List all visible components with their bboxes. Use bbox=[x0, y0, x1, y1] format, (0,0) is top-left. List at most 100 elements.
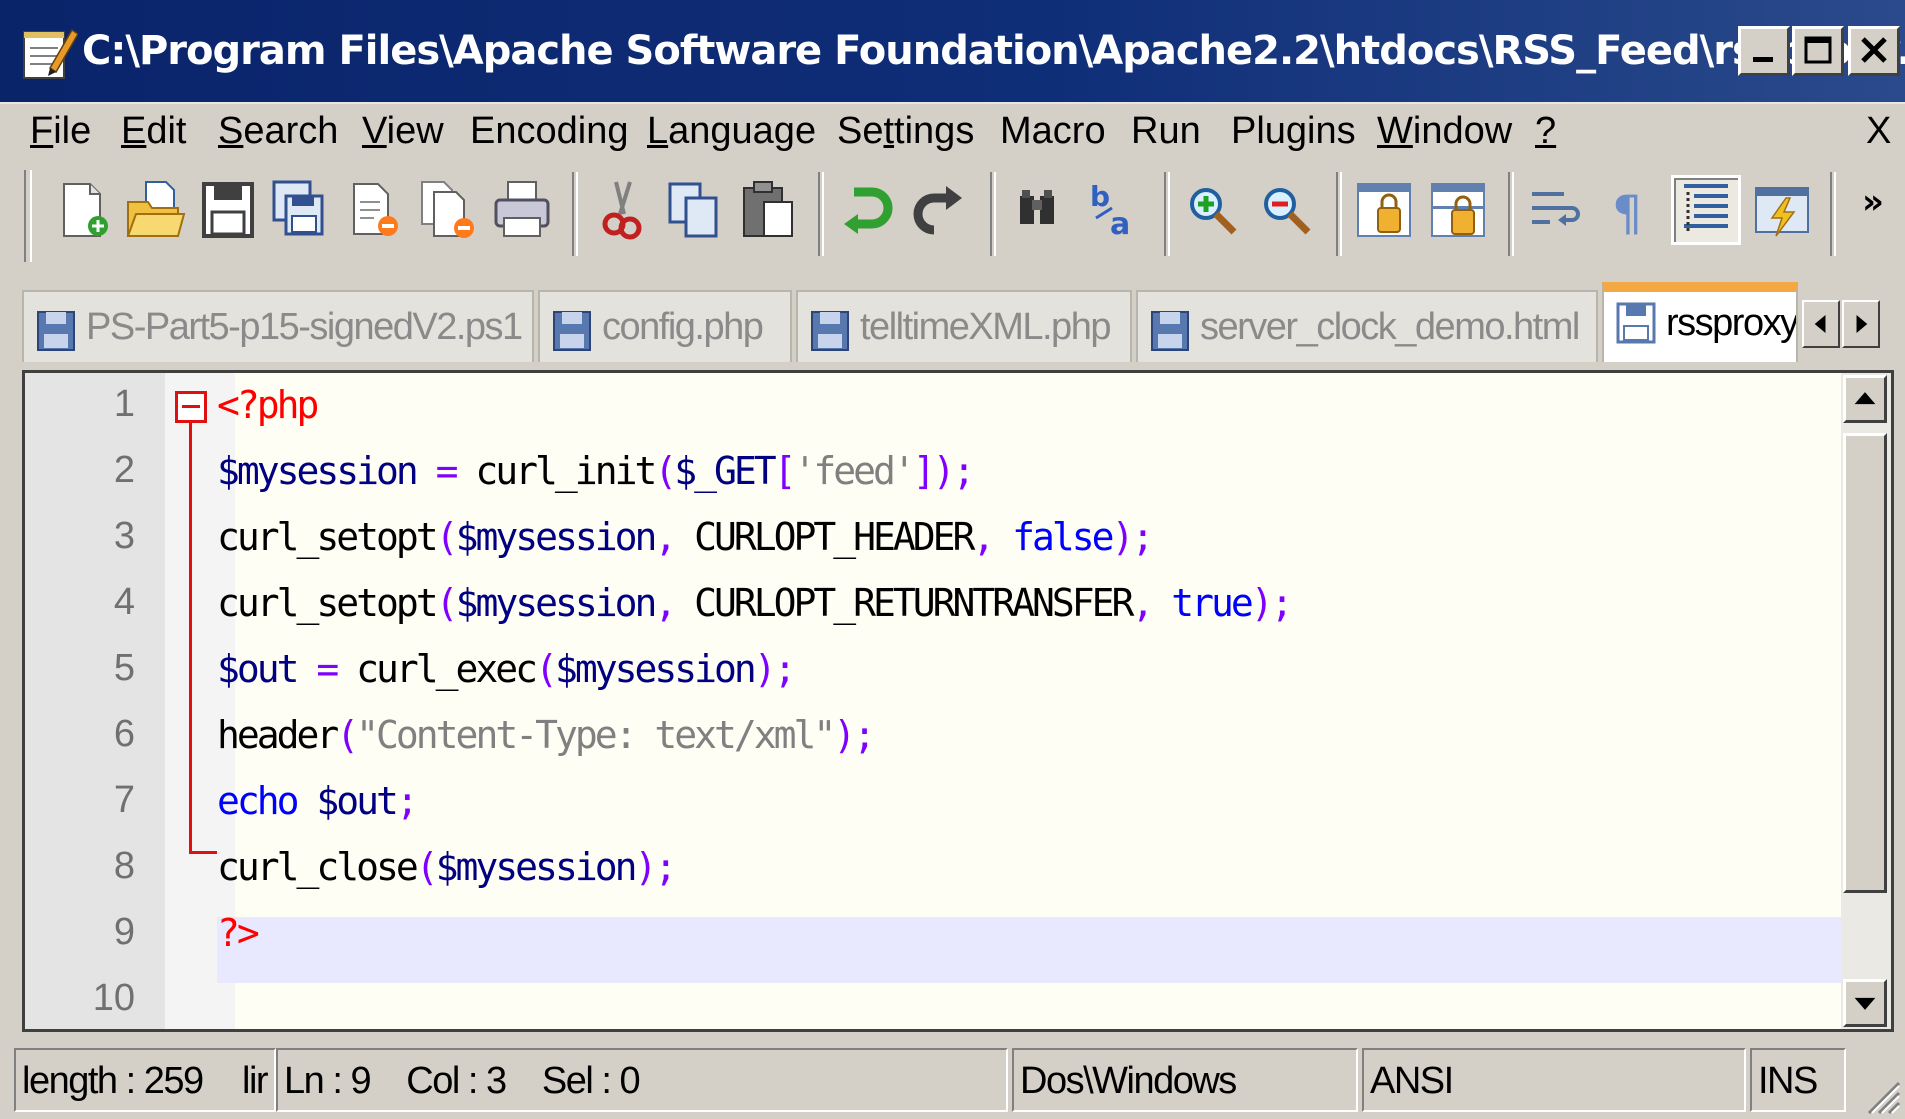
code-token: header bbox=[217, 713, 339, 757]
copy-icon[interactable] bbox=[662, 178, 726, 242]
tab-scroll-left-button[interactable] bbox=[1802, 300, 1840, 348]
paste-icon[interactable] bbox=[736, 178, 800, 242]
code-token: curl_init bbox=[475, 449, 657, 493]
toolbar-separator bbox=[818, 172, 824, 256]
tab-scroll-right-button[interactable] bbox=[1842, 300, 1880, 348]
menu-encoding[interactable]: Encoding bbox=[470, 102, 628, 160]
code-token: ); bbox=[833, 713, 876, 757]
vertical-scrollbar[interactable] bbox=[1841, 373, 1891, 1029]
code-token: CURLOPT_HEADER bbox=[694, 515, 975, 559]
close-document-button[interactable]: X bbox=[1866, 102, 1891, 160]
toolbar-separator bbox=[1336, 172, 1342, 256]
code-line[interactable]: 4 curl_setopt($mysession, CURLOPT_RETURNT… bbox=[25, 571, 1891, 638]
menu-search[interactable]: Search bbox=[218, 102, 338, 160]
status-encoding: ANSI bbox=[1362, 1048, 1746, 1112]
status-bar: length : 259 lir Ln : 9 Col : 3 Sel : 0 … bbox=[0, 1040, 1905, 1119]
menu-run[interactable]: Run bbox=[1131, 102, 1201, 160]
tab-rssproxy-php[interactable]: rssproxy.php bbox=[1602, 282, 1798, 362]
code-token: $mysession bbox=[217, 449, 419, 493]
code-token: $mysession bbox=[455, 515, 658, 559]
minimize-button[interactable] bbox=[1738, 26, 1790, 76]
find-icon[interactable] bbox=[1006, 178, 1070, 242]
undo-icon[interactable] bbox=[834, 178, 898, 242]
scrollbar-thumb[interactable] bbox=[1843, 433, 1887, 893]
code-line[interactable]: 5 $out = curl_exec($mysession); bbox=[25, 637, 1891, 704]
code-token: $mysession bbox=[455, 581, 658, 625]
tab-config-php[interactable]: config.php bbox=[538, 290, 792, 362]
menu-macro[interactable]: Macro bbox=[1000, 102, 1106, 160]
saved-file-icon bbox=[810, 310, 850, 352]
code-token: curl_setopt bbox=[217, 515, 439, 559]
code-token: ]); bbox=[912, 449, 976, 493]
menu-file[interactable]: File bbox=[30, 102, 91, 160]
menu-view[interactable]: View bbox=[362, 102, 444, 160]
code-line[interactable]: 1 <?php bbox=[25, 373, 1891, 440]
toolbar-overflow-button[interactable]: » bbox=[1862, 182, 1884, 222]
save-all-icon[interactable] bbox=[268, 178, 332, 242]
code-token: "Content-Type: text/xml" bbox=[356, 713, 836, 757]
print-icon[interactable] bbox=[490, 178, 554, 242]
line-number: 8 bbox=[113, 845, 135, 887]
svg-text:b: b bbox=[1090, 180, 1110, 213]
code-line[interactable]: 6 header("Content-Type: text/xml"); bbox=[25, 703, 1891, 770]
zoom-out-icon[interactable] bbox=[1254, 178, 1318, 242]
sync-vertical-scroll-icon[interactable] bbox=[1352, 178, 1416, 242]
zoom-in-icon[interactable] bbox=[1180, 178, 1244, 242]
close-all-icon[interactable] bbox=[418, 178, 482, 242]
menu-edit[interactable]: Edit bbox=[121, 102, 187, 160]
code-line[interactable]: 2 $mysession = curl_init($_GET['feed']); bbox=[25, 439, 1891, 506]
code-token: $_GET bbox=[674, 449, 776, 493]
replace-icon[interactable]: ba bbox=[1082, 178, 1146, 242]
menu-help[interactable]: ? bbox=[1535, 102, 1556, 160]
menu-settings[interactable]: Settings bbox=[837, 102, 974, 160]
close-file-icon[interactable] bbox=[344, 178, 408, 242]
tab-ps-part5[interactable]: PS-Part5-p15-signedV2.ps1 bbox=[22, 290, 534, 362]
indent-guide-icon[interactable] bbox=[1671, 175, 1741, 245]
resize-grip-icon[interactable] bbox=[1861, 1075, 1901, 1115]
svg-text:¶: ¶ bbox=[1612, 186, 1643, 242]
sync-horizontal-scroll-icon[interactable] bbox=[1426, 178, 1490, 242]
show-all-characters-icon[interactable]: ¶ bbox=[1598, 178, 1662, 242]
word-wrap-icon[interactable] bbox=[1524, 178, 1588, 242]
new-file-icon[interactable] bbox=[52, 178, 116, 242]
menu-window[interactable]: Window bbox=[1377, 102, 1512, 160]
code-line[interactable]: 7 echo $out; bbox=[25, 769, 1891, 836]
menu-plugins[interactable]: Plugins bbox=[1231, 102, 1356, 160]
code-line[interactable]: 10 bbox=[25, 967, 1891, 1029]
toolbar-separator bbox=[572, 172, 578, 256]
maximize-button[interactable] bbox=[1792, 26, 1844, 76]
code-token: ); bbox=[1250, 581, 1294, 625]
code-line[interactable]: 3 curl_setopt($mysession, CURLOPT_HEADER,… bbox=[25, 505, 1891, 572]
code-text: $out = curl_exec($mysession); bbox=[217, 647, 797, 691]
menu-language[interactable]: Language bbox=[647, 102, 816, 160]
code-token: = bbox=[415, 449, 476, 493]
code-token: ); bbox=[753, 647, 797, 691]
cut-icon[interactable] bbox=[590, 178, 654, 242]
tab-server-clock-demo[interactable]: server_clock_demo.html bbox=[1136, 290, 1598, 362]
code-editor[interactable]: 1 <?php 2 $mysession = curl_init($_GET['fee… bbox=[22, 370, 1894, 1032]
open-file-icon[interactable] bbox=[122, 178, 186, 242]
menu-bar: File Edit Search View Encoding Language … bbox=[0, 102, 1905, 160]
code-token: $mysession bbox=[554, 647, 757, 691]
close-window-button[interactable] bbox=[1848, 26, 1900, 76]
scroll-down-button[interactable] bbox=[1843, 979, 1887, 1027]
scroll-up-button[interactable] bbox=[1843, 375, 1887, 423]
line-number: 1 bbox=[113, 383, 135, 425]
code-line[interactable]: 9 ?> bbox=[25, 901, 1891, 968]
code-token: ( bbox=[535, 647, 558, 691]
title-bar[interactable]: C:\Program Files\Apache Software Foundat… bbox=[0, 0, 1905, 104]
document-tabs: PS-Part5-p15-signedV2.ps1 config.php tel… bbox=[0, 282, 1905, 362]
user-defined-language-icon[interactable] bbox=[1750, 178, 1814, 242]
code-text: echo $out; bbox=[217, 779, 419, 823]
code-text: curl_setopt($mysession, CURLOPT_RETURNTR… bbox=[217, 581, 1294, 625]
line-number: 3 bbox=[113, 515, 135, 557]
svg-text:a: a bbox=[1110, 207, 1130, 242]
save-icon[interactable] bbox=[196, 178, 260, 242]
code-line[interactable]: 8 curl_close($mysession); bbox=[25, 835, 1891, 902]
redo-icon[interactable] bbox=[906, 178, 970, 242]
toolbar-grip[interactable] bbox=[24, 170, 32, 262]
code-token: curl_setopt bbox=[217, 581, 439, 625]
code-token: ( bbox=[415, 845, 439, 889]
tab-telltimexml-php[interactable]: telltimeXML.php bbox=[796, 290, 1132, 362]
saved-file-icon bbox=[36, 310, 76, 352]
